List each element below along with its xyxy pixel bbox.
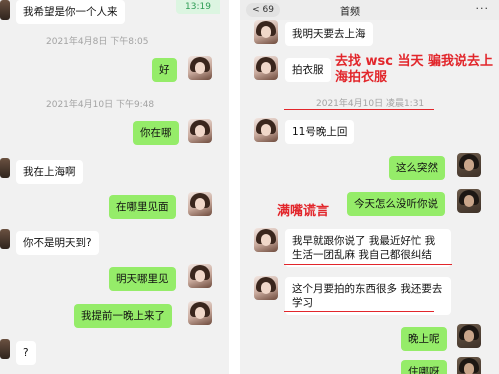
message-bubble-in[interactable]: 我明天要去上海 (285, 22, 373, 46)
contact-avatar[interactable] (254, 20, 278, 44)
message-bubble-in[interactable]: ? (16, 341, 36, 365)
user-avatar[interactable] (188, 301, 212, 325)
message-bubble-in[interactable]: 我早就跟你说了 我最近好忙 我生活一团乱麻 我自己都很纠结 (285, 229, 451, 267)
user-avatar[interactable] (188, 56, 212, 80)
contact-avatar[interactable] (254, 118, 278, 142)
message-bubble-in[interactable]: 这个月要拍的东西很多 我还要去学习 (285, 277, 451, 315)
user-avatar[interactable] (457, 189, 481, 213)
back-button[interactable]: < 69 (246, 3, 280, 17)
user-avatar[interactable] (188, 119, 212, 143)
message-bubble-out[interactable]: 好 (152, 58, 177, 82)
contact-avatar-partial (0, 229, 10, 249)
message-bubble-out[interactable]: 晚上呢 (401, 327, 447, 351)
annotation-underline (284, 311, 434, 312)
message-bubble-in[interactable]: 我在上海啊 (16, 160, 83, 184)
contact-avatar[interactable] (254, 56, 278, 80)
chat-header: < 69 首频 ··· (240, 0, 499, 20)
more-icon[interactable]: ··· (476, 2, 490, 15)
message-bubble-out[interactable]: 在哪里见面 (109, 195, 176, 219)
user-avatar[interactable] (457, 324, 481, 348)
annotation-middle: 满嘴谎言 (277, 204, 330, 219)
user-avatar[interactable] (188, 264, 212, 288)
timestamp: 2021年4月10日 下午9:48 (46, 100, 155, 110)
message-bubble-out[interactable]: 我提前一晚上来了 (74, 304, 172, 328)
right-chat-panel: < 69 首频 ··· 我明天要去上海 拍衣服 去找 wsc 当天 骗我说去上海… (240, 0, 499, 374)
message-bubble-in[interactable]: 拍衣服 (285, 58, 331, 82)
chat-title: 首频 (340, 7, 360, 18)
message-bubble-in[interactable]: 我希望是你一个人来 (16, 0, 125, 24)
message-bubble-in[interactable]: 你不是明天到? (16, 231, 99, 255)
contact-avatar-partial (0, 0, 10, 20)
user-avatar[interactable] (457, 153, 481, 177)
user-avatar[interactable] (457, 357, 481, 374)
contact-avatar[interactable] (254, 228, 278, 252)
message-bubble-out[interactable]: 这么突然 (389, 156, 445, 180)
left-chat-panel: 13:19 我希望是你一个人来 2021年4月8日 下午8:05 好 2021年… (0, 0, 229, 374)
timestamp: 2021年4月10日 凌晨1:31 (316, 99, 425, 109)
timestamp: 2021年4月8日 下午8:05 (46, 37, 149, 47)
contact-avatar-partial (0, 339, 10, 359)
annotation-underline (284, 109, 434, 110)
message-bubble-in[interactable]: 11号晚上回 (285, 120, 355, 144)
annotation-underline (284, 264, 452, 265)
message-bubble-out[interactable]: 住哪呀 (401, 360, 447, 374)
user-avatar[interactable] (188, 192, 212, 216)
message-bubble-out[interactable]: 你在哪 (133, 121, 179, 145)
header-badge: 13:19 (176, 0, 220, 14)
message-bubble-out[interactable]: 明天哪里见 (109, 267, 176, 291)
contact-avatar-partial (0, 158, 10, 178)
annotation-top: 去找 wsc 当天 骗我说去上海拍衣服 (335, 54, 494, 85)
contact-avatar[interactable] (254, 276, 278, 300)
message-bubble-out[interactable]: 今天怎么没听你说 (347, 192, 445, 216)
